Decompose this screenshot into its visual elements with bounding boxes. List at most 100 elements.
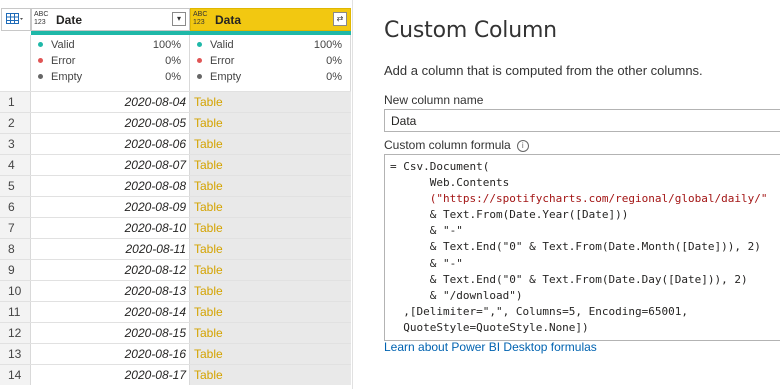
column-header-data[interactable]: ABC 123 Data ⇄ [190, 8, 351, 31]
dialog-description: Add a column that is computed from the o… [384, 63, 703, 78]
date-cell[interactable]: 2020-08-15 [31, 323, 190, 343]
row-number: 13 [0, 344, 31, 364]
formula-line: Web.Contents [390, 176, 510, 190]
table-link-cell[interactable]: Table [190, 323, 351, 343]
status-dot-icon [38, 58, 43, 63]
table-link-cell[interactable]: Table [190, 155, 351, 175]
formula-line: & "/download") [390, 288, 523, 302]
date-cell[interactable]: 2020-08-04 [31, 92, 190, 112]
new-column-name-label: New column name [384, 93, 484, 107]
formula-line: ,[Delimiter=",", Columns=5, Encoding=650… [390, 304, 689, 318]
row-number: 8 [0, 239, 31, 259]
row-number: 7 [0, 218, 31, 238]
table-row[interactable]: 14 2020-08-17 Table [0, 364, 351, 385]
custom-column-dialog: Custom Column Add a column that is compu… [352, 0, 780, 389]
formula-line: & Text.From(Date.Year([Date])) [390, 208, 629, 222]
formula-line: ("https://spotifycharts.com/regional/glo… [390, 192, 768, 206]
row-number: 1 [0, 92, 31, 112]
table-link-cell[interactable]: Table [190, 281, 351, 301]
new-column-name-input[interactable]: Data [384, 109, 780, 132]
table-link-cell[interactable]: Table [190, 260, 351, 280]
column-quality-date: Valid 100% Error 0% Empty 0% [31, 35, 190, 91]
table-link-cell[interactable]: Table [190, 302, 351, 322]
date-cell[interactable]: 2020-08-05 [31, 113, 190, 133]
table-row[interactable]: 7 2020-08-10 Table [0, 217, 351, 238]
table-row[interactable]: 5 2020-08-08 Table [0, 175, 351, 196]
table-row[interactable]: 10 2020-08-13 Table [0, 280, 351, 301]
row-number: 14 [0, 365, 31, 385]
formula-line: & "-" [390, 256, 463, 270]
table-row[interactable]: 3 2020-08-06 Table [0, 133, 351, 154]
row-number: 12 [0, 323, 31, 343]
formula-editor[interactable]: = Csv.Document( Web.Contents ("https://s… [384, 154, 780, 341]
table-row[interactable]: 2 2020-08-05 Table [0, 112, 351, 133]
table-link-cell[interactable]: Table [190, 113, 351, 133]
column-header-date[interactable]: ABC 123 Date ▾ [31, 8, 190, 31]
column-quality-data: Valid 100% Error 0% Empty 0% [190, 35, 351, 91]
table-menu-button[interactable] [1, 8, 31, 31]
table-link-cell[interactable]: Table [190, 344, 351, 364]
row-number: 4 [0, 155, 31, 175]
formula-line: QuoteStyle=QuoteStyle.None]) [390, 320, 589, 334]
formula-label-row: Custom column formula i [384, 138, 529, 152]
date-cell[interactable]: 2020-08-06 [31, 134, 190, 154]
formula-line: & "-" [390, 224, 463, 238]
quality-error: Error 0% [31, 53, 189, 69]
date-cell[interactable]: 2020-08-09 [31, 197, 190, 217]
status-dot-icon [38, 42, 43, 47]
query-grid: ABC 123 Date ▾ ABC 123 Data ⇄ Valid 100% E… [0, 0, 352, 389]
type-any-icon: ABC 123 [193, 11, 208, 26]
table-link-cell[interactable]: Table [190, 176, 351, 196]
table-row[interactable]: 8 2020-08-11 Table [0, 238, 351, 259]
status-dot-icon [197, 58, 202, 63]
chevron-down-icon[interactable]: ▾ [172, 12, 186, 26]
quality-empty: Empty 0% [31, 69, 189, 85]
table-link-cell[interactable]: Table [190, 92, 351, 112]
date-cell[interactable]: 2020-08-12 [31, 260, 190, 280]
quality-empty: Empty 0% [190, 69, 350, 85]
quality-spacer [0, 35, 31, 91]
table-link-cell[interactable]: Table [190, 218, 351, 238]
row-number: 9 [0, 260, 31, 280]
table-row[interactable]: 13 2020-08-16 Table [0, 343, 351, 364]
row-number: 5 [0, 176, 31, 196]
date-cell[interactable]: 2020-08-14 [31, 302, 190, 322]
status-dot-icon [197, 42, 202, 47]
table-row[interactable]: 11 2020-08-14 Table [0, 301, 351, 322]
row-number: 2 [0, 113, 31, 133]
row-number: 10 [0, 281, 31, 301]
table-link-cell[interactable]: Table [190, 365, 351, 385]
formula-line: = Csv.Document( [390, 160, 490, 173]
table-link-cell[interactable]: Table [190, 239, 351, 259]
expand-icon[interactable]: ⇄ [333, 12, 347, 26]
quality-valid: Valid 100% [190, 37, 350, 53]
row-number: 6 [0, 197, 31, 217]
table-link-cell[interactable]: Table [190, 134, 351, 154]
date-cell[interactable]: 2020-08-16 [31, 344, 190, 364]
column-name: Date [56, 13, 83, 27]
row-number: 3 [0, 134, 31, 154]
table-row[interactable]: 9 2020-08-12 Table [0, 259, 351, 280]
table-icon [6, 13, 23, 24]
table-row[interactable]: 6 2020-08-09 Table [0, 196, 351, 217]
column-name: Data [215, 13, 242, 27]
quality-error: Error 0% [190, 53, 350, 69]
date-cell[interactable]: 2020-08-07 [31, 155, 190, 175]
date-cell[interactable]: 2020-08-13 [31, 281, 190, 301]
info-icon[interactable]: i [516, 139, 529, 152]
date-cell[interactable]: 2020-08-08 [31, 176, 190, 196]
table-row[interactable]: 4 2020-08-07 Table [0, 154, 351, 175]
table-link-cell[interactable]: Table [190, 197, 351, 217]
quality-valid: Valid 100% [31, 37, 189, 53]
date-cell[interactable]: 2020-08-17 [31, 365, 190, 385]
help-link[interactable]: Learn about Power BI Desktop formulas [384, 340, 597, 354]
status-dot-icon [38, 74, 43, 79]
date-cell[interactable]: 2020-08-11 [31, 239, 190, 259]
table-row[interactable]: 12 2020-08-15 Table [0, 322, 351, 343]
formula-line: & Text.End("0" & Text.From(Date.Day([Dat… [390, 272, 748, 286]
dialog-title: Custom Column [384, 18, 557, 43]
date-cell[interactable]: 2020-08-10 [31, 218, 190, 238]
table-row[interactable]: 1 2020-08-04 Table [0, 91, 351, 112]
type-any-icon: ABC 123 [34, 11, 49, 26]
formula-label: Custom column formula [384, 138, 511, 152]
